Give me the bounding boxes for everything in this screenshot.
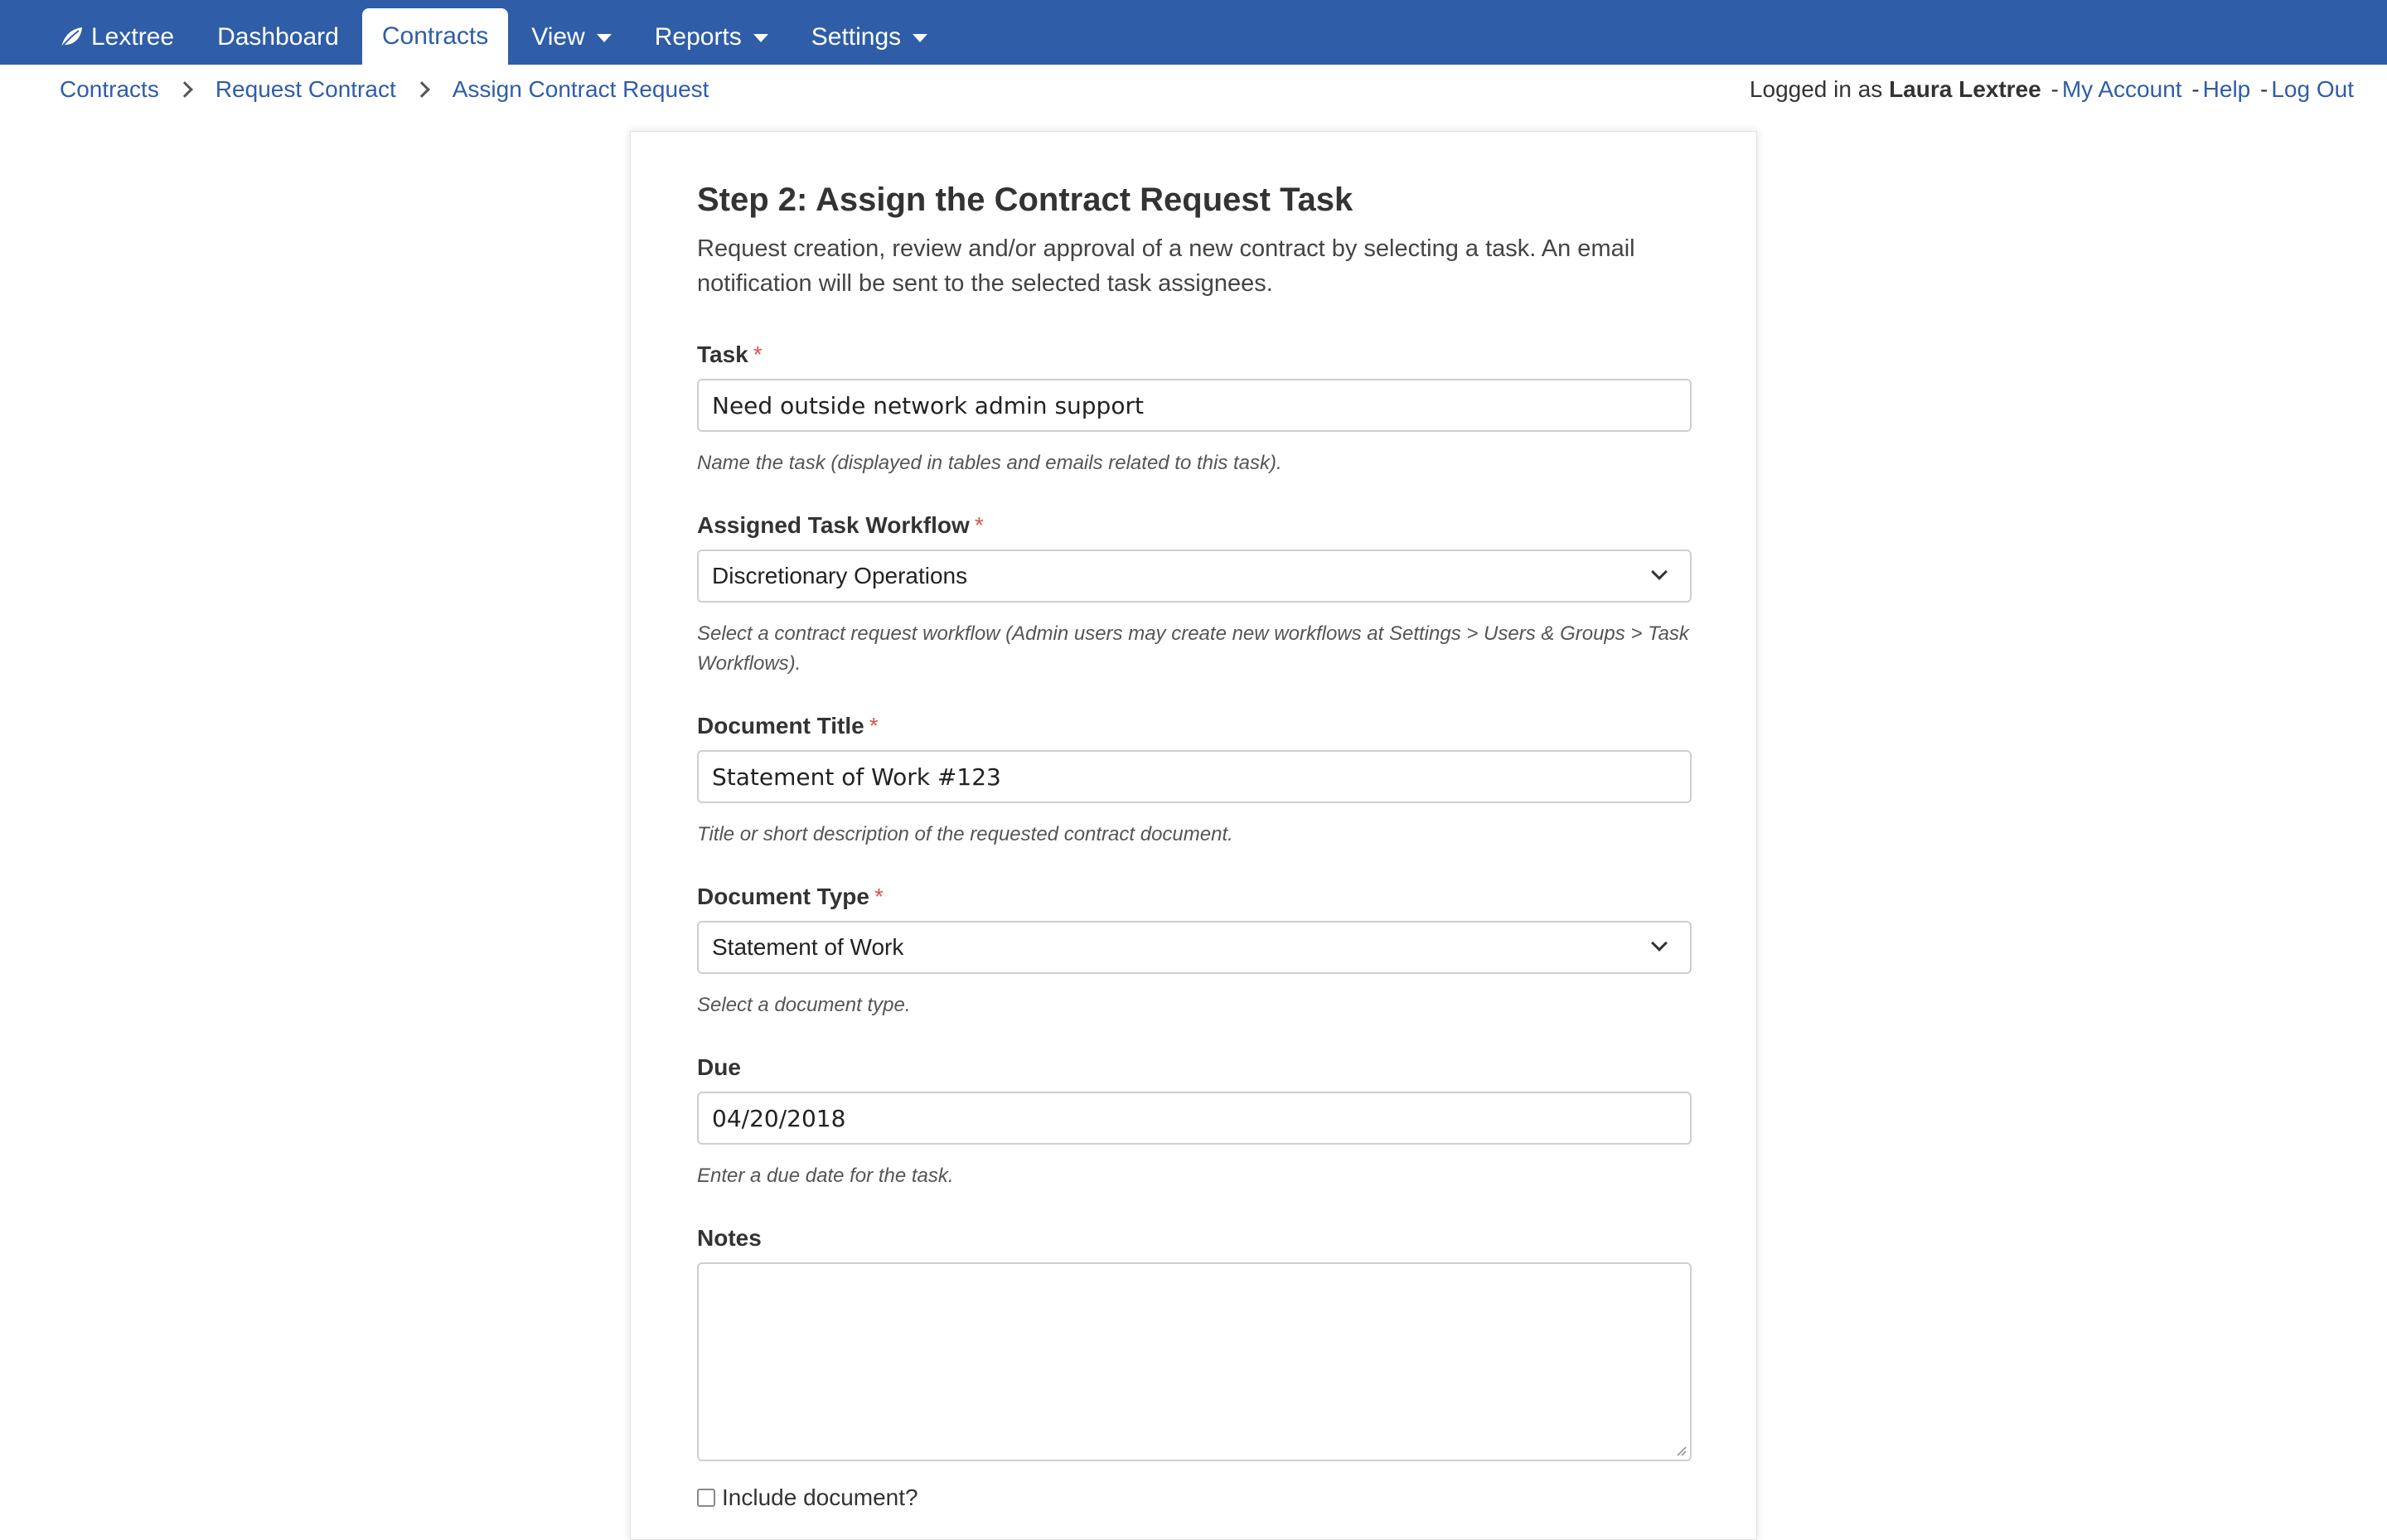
help-link[interactable]: Help bbox=[2203, 76, 2251, 102]
document-type-field: Document Type * Statement of Work Select … bbox=[697, 883, 1692, 1020]
document-type-help: Select a document type. bbox=[697, 994, 911, 1016]
notes-textarea[interactable] bbox=[697, 1262, 1692, 1461]
include-document-label[interactable]: Include document? bbox=[722, 1484, 918, 1511]
due-field: Due 04/20/2018 Enter a due date for the … bbox=[697, 1053, 1692, 1191]
due-date-input[interactable]: 04/20/2018 bbox=[697, 1092, 1692, 1145]
caret-down-icon bbox=[913, 34, 928, 42]
chevron-right-icon bbox=[413, 81, 430, 98]
breadcrumb-contracts[interactable]: Contracts bbox=[60, 76, 159, 103]
document-title-help: Title or short description of the reques… bbox=[697, 823, 1233, 845]
notes-field: Notes bbox=[697, 1224, 1692, 1461]
workflow-label: Assigned Task Workflow * bbox=[697, 512, 984, 538]
workflow-help: Select a contract request workflow (Admi… bbox=[697, 622, 1689, 675]
log-out-link[interactable]: Log Out bbox=[2271, 76, 2354, 102]
workflow-select[interactable]: Discretionary Operations bbox=[697, 550, 1692, 603]
include-document-row: Include document? bbox=[697, 1484, 1690, 1511]
notes-label: Notes bbox=[697, 1225, 762, 1251]
top-navbar: Lextree Dashboard Contracts View Reports… bbox=[0, 0, 2387, 65]
sub-header: Contracts Request Contract Assign Contra… bbox=[0, 65, 2387, 119]
resize-grip-icon[interactable] bbox=[1675, 1445, 1687, 1456]
include-document-checkbox[interactable] bbox=[697, 1489, 715, 1507]
chevron-down-icon bbox=[1651, 935, 1668, 952]
brand-label: Lextree bbox=[91, 23, 175, 51]
nav-settings[interactable]: Settings bbox=[792, 10, 947, 65]
task-field: Task * Need outside network admin support… bbox=[697, 341, 1692, 478]
separator: - bbox=[2260, 76, 2268, 102]
document-type-label: Document Type * bbox=[697, 884, 884, 909]
task-input[interactable]: Need outside network admin support bbox=[697, 379, 1692, 432]
chevron-right-icon bbox=[176, 81, 193, 98]
due-help: Enter a due date for the task. bbox=[697, 1165, 954, 1187]
leaf-icon bbox=[58, 24, 85, 51]
required-marker: * bbox=[974, 512, 984, 538]
nav-reports[interactable]: Reports bbox=[635, 10, 788, 65]
caret-down-icon bbox=[596, 34, 612, 42]
nav-reports-label: Reports bbox=[654, 23, 742, 51]
task-help: Name the task (displayed in tables and e… bbox=[697, 452, 1282, 474]
chevron-down-icon bbox=[1651, 564, 1668, 580]
due-label: Due bbox=[697, 1054, 741, 1080]
nav-settings-label: Settings bbox=[811, 23, 902, 51]
document-title-field: Document Title * Statement of Work #123 T… bbox=[697, 712, 1692, 850]
brand-link[interactable]: Lextree bbox=[38, 10, 194, 65]
account-bar: Logged in as Laura Lextree - My Account -… bbox=[1750, 76, 2354, 103]
nav-view-label: View bbox=[531, 23, 585, 51]
form-card: Step 2: Assign the Contract Request Task… bbox=[630, 131, 1757, 1540]
nav-dashboard[interactable]: Dashboard bbox=[197, 10, 359, 65]
form-intro: Request creation, review and/or approval… bbox=[697, 235, 1635, 297]
required-marker: * bbox=[753, 341, 763, 367]
nav-contracts[interactable]: Contracts bbox=[361, 8, 509, 65]
separator: - bbox=[2050, 76, 2059, 102]
workflow-field: Assigned Task Workflow * Discretionary Op… bbox=[697, 511, 1692, 679]
required-marker: * bbox=[869, 713, 879, 739]
logged-in-prefix: Logged in as bbox=[1749, 76, 1883, 102]
nav-dashboard-label: Dashboard bbox=[217, 23, 339, 51]
breadcrumb-request-contract[interactable]: Request Contract bbox=[215, 76, 396, 103]
user-name: Laura Lextree bbox=[1889, 76, 2041, 102]
required-marker: * bbox=[874, 884, 884, 909]
document-title-input[interactable]: Statement of Work #123 bbox=[697, 750, 1692, 803]
separator: - bbox=[2191, 76, 2200, 102]
breadcrumb: Contracts Request Contract Assign Contra… bbox=[60, 76, 709, 103]
document-type-select[interactable]: Statement of Work bbox=[697, 921, 1692, 974]
nav-view[interactable]: View bbox=[511, 10, 631, 65]
document-title-label: Document Title * bbox=[697, 713, 879, 739]
page-title: Step 2: Assign the Contract Request Task bbox=[697, 182, 1353, 218]
caret-down-icon bbox=[753, 34, 768, 42]
nav-contracts-label: Contracts bbox=[381, 22, 489, 50]
breadcrumb-assign-contract-request[interactable]: Assign Contract Request bbox=[453, 76, 709, 103]
task-label: Task * bbox=[697, 341, 763, 367]
my-account-link[interactable]: My Account bbox=[2062, 76, 2182, 102]
